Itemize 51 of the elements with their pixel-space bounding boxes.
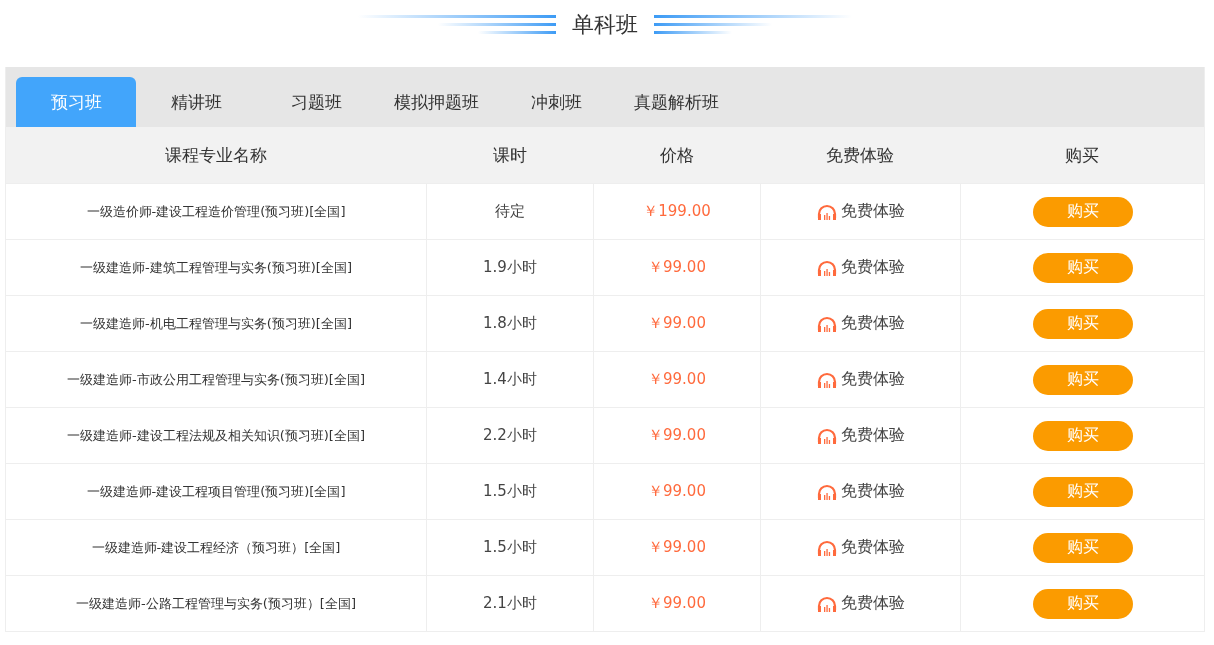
course-price: ￥99.00	[648, 426, 706, 445]
free-trial-link[interactable]: 免费体验	[816, 481, 905, 502]
free-trial-link[interactable]: 免费体验	[816, 313, 905, 334]
course-hours: 2.2小时	[483, 426, 537, 445]
course-name: 一级建造师-建设工程项目管理(预习班)[全国]	[86, 482, 346, 501]
course-hours: 1.9小时	[483, 258, 537, 277]
course-price: ￥99.00	[648, 258, 706, 277]
free-trial-link[interactable]: 免费体验	[816, 425, 905, 446]
free-trial-link[interactable]: 免费体验	[816, 369, 905, 390]
course-name: 一级建造师-建设工程法规及相关知识(预习班)[全国]	[67, 426, 365, 445]
course-name: 一级建造师-建筑工程管理与实务(预习班)[全国]	[80, 258, 352, 277]
column-header: 课时	[492, 143, 527, 167]
tab[interactable]: 冲刺班	[496, 77, 616, 127]
course-name: 一级建造师-市政公用工程管理与实务(预习班)[全国]	[67, 370, 365, 389]
column-header: 课程专业名称	[165, 143, 267, 167]
tab[interactable]: 真题解析班	[616, 77, 736, 127]
column-header: 免费体验	[826, 143, 894, 167]
column-header: 购买	[1065, 143, 1099, 167]
headphones-icon	[816, 427, 837, 444]
course-price: ￥99.00	[648, 314, 706, 333]
headphones-icon	[816, 539, 837, 556]
course-name: 一级建造师-建设工程经济（预习班）[全国]	[91, 538, 341, 557]
free-trial-link[interactable]: 免费体验	[816, 593, 905, 614]
tab[interactable]: 模拟押题班	[376, 77, 496, 127]
headphones-icon	[816, 259, 837, 276]
course-price: ￥199.00	[643, 202, 711, 221]
headphones-icon	[816, 483, 837, 500]
headphones-icon	[816, 203, 837, 220]
course-hours: 1.5小时	[483, 538, 537, 557]
course-hours: 1.5小时	[483, 482, 537, 501]
course-name: 一级建造师-机电工程管理与实务(预习班)[全国]	[80, 314, 352, 333]
course-price: ￥99.00	[648, 482, 706, 501]
free-trial-link[interactable]: 免费体验	[816, 201, 905, 222]
tab[interactable]: 习题班	[256, 77, 376, 127]
headphones-icon	[816, 595, 837, 612]
course-price: ￥99.00	[648, 538, 706, 557]
course-price: ￥99.00	[648, 594, 706, 613]
tab[interactable]: 精讲班	[136, 77, 256, 127]
section-title: 单科班	[572, 13, 638, 37]
free-trial-link[interactable]: 免费体验	[816, 537, 905, 558]
course-hours: 待定	[495, 202, 525, 221]
headphones-icon	[816, 315, 837, 332]
course-hours: 1.4小时	[483, 370, 537, 389]
free-trial-link[interactable]: 免费体验	[816, 257, 905, 278]
column-header: 价格	[659, 143, 694, 167]
course-name: 一级建造师-公路工程管理与实务(预习班）[全国]	[76, 594, 356, 613]
course-name: 一级造价师-建设工程造价管理(预习班)[全国]	[86, 202, 346, 221]
course-hours: 1.8小时	[483, 314, 537, 333]
course-price: ￥99.00	[648, 370, 706, 389]
headphones-icon	[816, 371, 837, 388]
course-hours: 2.1小时	[483, 594, 537, 613]
